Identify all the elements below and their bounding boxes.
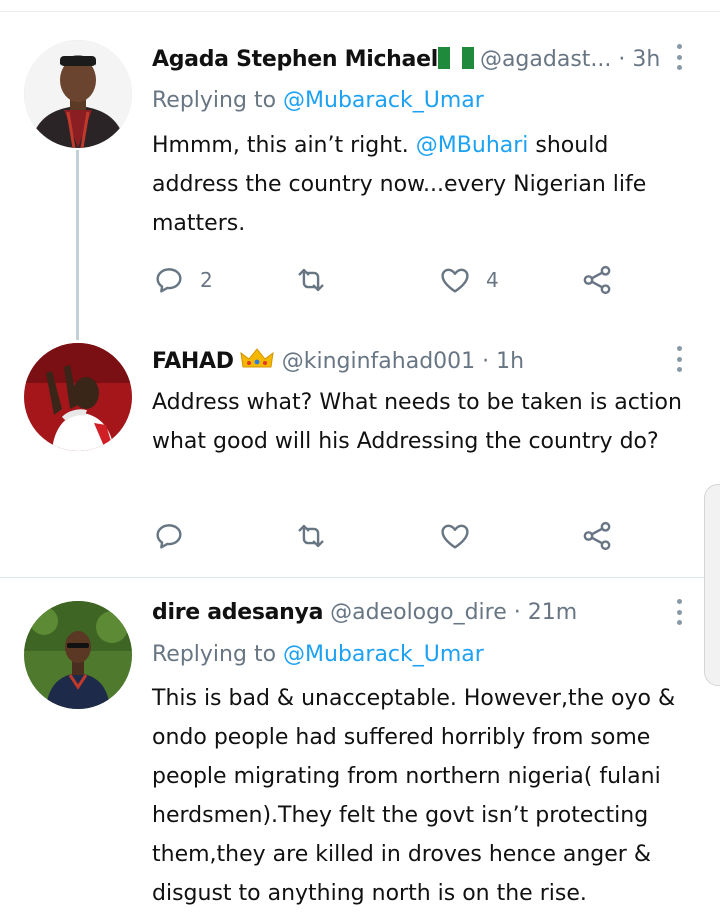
top-divider	[0, 11, 720, 12]
reply-count: 2	[200, 268, 213, 292]
retweet-button[interactable]	[294, 260, 342, 300]
reply-icon	[156, 268, 182, 293]
like-count: 4	[486, 268, 499, 292]
tweet-header: dire adesanya @adeologo_dire · 21m	[152, 598, 577, 628]
reply-button[interactable]	[152, 516, 200, 556]
separator-dot: ·	[482, 349, 490, 374]
avatar[interactable]	[24, 343, 132, 451]
mention-link[interactable]: @MBuhari	[416, 133, 529, 158]
replying-prefix: Replying to	[152, 88, 277, 113]
timestamp[interactable]: 1h	[496, 349, 524, 374]
more-icon[interactable]	[674, 599, 684, 625]
like-icon	[441, 524, 469, 549]
replying-prefix: Replying to	[152, 642, 277, 667]
separator-dot: ·	[618, 47, 626, 72]
share-icon	[583, 265, 611, 295]
share-button[interactable]	[580, 516, 614, 556]
more-icon[interactable]	[674, 346, 684, 372]
retweet-icon	[298, 524, 324, 548]
tweet-divider	[0, 577, 720, 578]
tweet-actions: 2 4	[152, 260, 632, 300]
retweet-button[interactable]	[294, 516, 342, 556]
more-icon[interactable]	[674, 44, 684, 70]
replying-mention-link[interactable]: @Mubarack_Umar	[283, 88, 484, 113]
tweet-text: Address what? What needs to be taken is …	[152, 390, 682, 454]
user-handle[interactable]: @kinginfahad001	[282, 349, 475, 374]
display-name[interactable]: FAHAD	[152, 349, 234, 374]
tweet-text: This is bad & unacceptable. However,the …	[152, 686, 676, 906]
like-button[interactable]: 4	[438, 260, 499, 300]
scroll-handle[interactable]	[704, 484, 720, 686]
nigeria-flag-icon	[437, 47, 474, 69]
tweet-header: FAHAD @kinginfahad001 · 1h	[152, 347, 524, 377]
replying-mention-link[interactable]: @Mubarack_Umar	[283, 642, 484, 667]
reply-icon	[156, 524, 182, 549]
display-name[interactable]: dire adesanya	[152, 600, 323, 625]
replying-to: Replying to @Mubarack_Umar	[152, 640, 484, 670]
retweet-icon	[298, 268, 324, 292]
separator-dot: ·	[513, 600, 521, 625]
tweet-text-part: Hmmm, this ain’t right.	[152, 133, 409, 158]
user-handle[interactable]: @agadast...	[480, 47, 611, 72]
share-icon	[583, 521, 611, 551]
tweet-actions	[152, 516, 632, 556]
share-button[interactable]	[580, 260, 614, 300]
avatar[interactable]	[24, 601, 132, 709]
user-handle[interactable]: @adeologo_dire	[330, 600, 507, 625]
avatar[interactable]	[24, 40, 132, 148]
tweet-text: Hmmm, this ain’t right. @MBuhari should …	[152, 126, 692, 243]
like-icon	[441, 268, 469, 293]
display-name[interactable]: Agada Stephen Michael	[152, 47, 438, 72]
thread-connector-line	[76, 150, 79, 340]
timestamp[interactable]: 3h	[632, 47, 660, 72]
like-button[interactable]	[438, 516, 486, 556]
tweet-header: Agada Stephen Michael @agadast... · 3h	[152, 45, 660, 75]
reply-button[interactable]: 2	[152, 260, 213, 300]
timestamp[interactable]: 21m	[528, 600, 577, 625]
crown-icon	[240, 348, 274, 368]
replying-to: Replying to @Mubarack_Umar	[152, 86, 484, 116]
